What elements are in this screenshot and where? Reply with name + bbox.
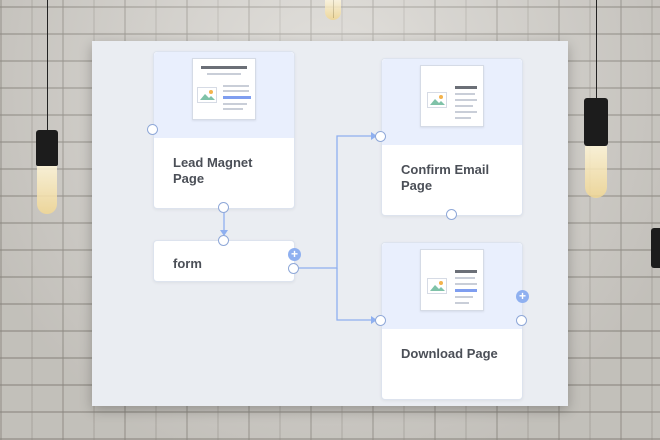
confirm-email-output-port[interactable] <box>446 209 457 220</box>
pendant-bulb-top <box>325 0 341 20</box>
confirm-email-title: Confirm Email Page <box>401 162 490 193</box>
confirm-email-page-card[interactable]: Confirm Email Page <box>375 58 523 220</box>
image-placeholder-icon <box>197 87 217 103</box>
lead-magnet-title: Lead Magnet Page <box>173 155 253 186</box>
connector-form-to-confirm <box>299 135 376 269</box>
download-add-step-icon[interactable]: + <box>516 290 529 303</box>
download-output-port[interactable] <box>516 315 527 326</box>
connector-form-to-download <box>336 268 376 321</box>
download-title: Download Page <box>401 346 498 361</box>
lead-magnet-page-card[interactable]: Lead Magnet Page <box>147 51 295 213</box>
pendant-lamp-left <box>36 130 58 214</box>
funnel-canvas[interactable]: Lead Magnet Page form + Confirm Email Pa… <box>92 41 568 406</box>
image-placeholder-icon <box>427 92 447 108</box>
image-placeholder-icon <box>427 278 447 294</box>
form-output-port[interactable] <box>288 263 299 274</box>
lead-magnet-page-thumbnail <box>192 58 256 120</box>
form-add-step-icon[interactable]: + <box>288 248 301 261</box>
download-page-thumbnail <box>420 249 484 311</box>
form-title: form <box>173 256 202 271</box>
download-input-port[interactable] <box>375 315 386 326</box>
lamp-cord-left <box>47 0 48 132</box>
form-input-port[interactable] <box>218 235 229 246</box>
form-card[interactable]: form + <box>153 235 301 282</box>
pendant-lamp-edge <box>651 228 660 268</box>
download-page-card[interactable]: Download Page + <box>375 242 529 400</box>
pendant-lamp-right <box>584 98 608 198</box>
lamp-cord-right <box>596 0 597 100</box>
confirm-email-page-thumbnail <box>420 65 484 127</box>
lead-magnet-output-port[interactable] <box>218 202 229 213</box>
confirm-email-input-port[interactable] <box>375 131 386 142</box>
lead-magnet-input-port[interactable] <box>147 124 158 135</box>
